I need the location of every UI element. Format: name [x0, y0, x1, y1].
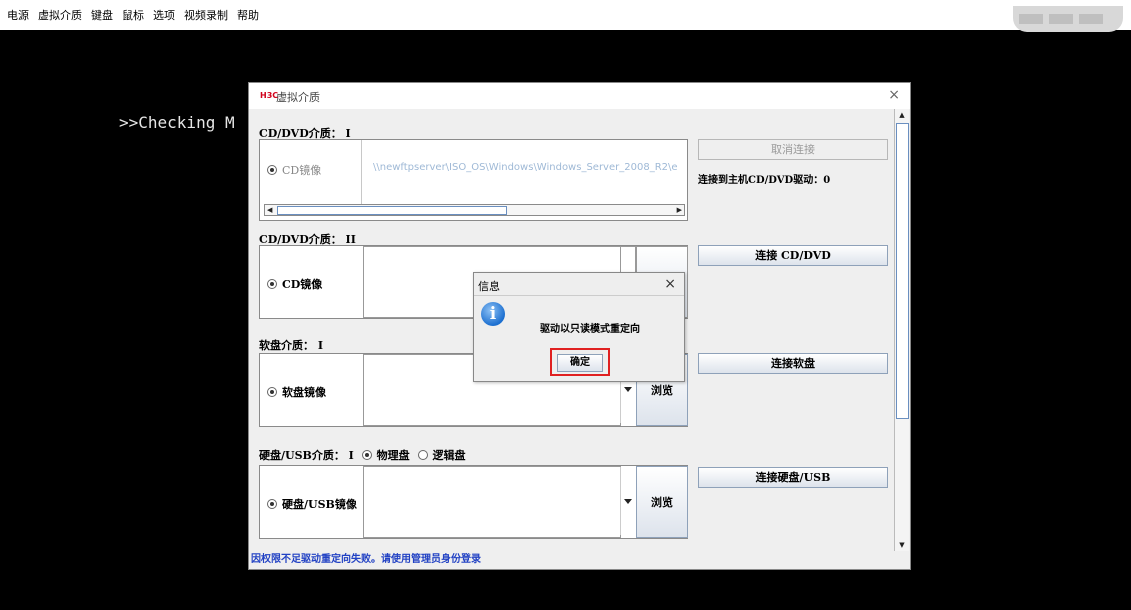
floppy-radio[interactable]: 软盘镜像 — [267, 384, 326, 400]
window-title-bar: H3C 虚拟介质 × — [249, 83, 910, 109]
usb-section-label: 硬盘/USB介质： I — [259, 449, 354, 462]
connect-floppy-button[interactable]: 连接软盘 — [698, 353, 888, 374]
usb-radio[interactable]: 硬盘/USB镜像 — [267, 496, 357, 512]
info-dialog: 信息 × i 驱动以只读模式重定向 确定 — [473, 272, 685, 382]
menu-item-power[interactable]: 电源 — [7, 7, 29, 23]
menu-item-mouse[interactable]: 鼠标 — [122, 7, 144, 23]
dialog-close-icon[interactable]: × — [664, 276, 676, 292]
usb-section-row: 硬盘/USB介质： I 物理盘 逻辑盘 — [259, 447, 466, 463]
menu-item-options[interactable]: 选项 — [153, 7, 175, 23]
menu-item-virtual-media[interactable]: 虚拟介质 — [38, 7, 82, 23]
cd1-path-field[interactable]: \\newftpserver\ISO_OS\Windows\Windows_Se… — [373, 162, 678, 173]
connected-drive-info: 连接到主机CD/DVD驱动：0 — [698, 175, 831, 186]
floppy-radio-label: 软盘镜像 — [282, 386, 326, 399]
usb-browse-button[interactable]: 浏览 — [636, 466, 688, 538]
usb-panel: 硬盘/USB镜像 浏览 — [259, 465, 688, 539]
cd1-panel: CD镜像 \\newftpserver\ISO_OS\Windows\Windo… — [259, 139, 688, 221]
menu-item-help[interactable]: 帮助 — [237, 7, 259, 23]
cd1-horizontal-scrollbar[interactable]: ◀ ▶ — [264, 204, 685, 216]
cd2-radio[interactable]: CD镜像 — [267, 276, 322, 292]
usb-dropdown-chevron-down-icon[interactable] — [620, 467, 635, 535]
console-output: >>Checking M — [119, 113, 235, 132]
vertical-scroll-thumb[interactable] — [896, 123, 909, 419]
window-title: 虚拟介质 — [276, 91, 320, 104]
usb-logical-radio[interactable]: 逻辑盘 — [417, 449, 466, 462]
menu-item-video-record[interactable]: 视频录制 — [184, 7, 228, 23]
ok-button[interactable]: 确定 — [557, 354, 603, 372]
scroll-down-arrow-icon[interactable]: ▼ — [895, 539, 909, 551]
window-vertical-scrollbar[interactable]: ▲ ▼ — [894, 109, 909, 551]
connect-cddvd-button[interactable]: 连接 CD/DVD — [698, 245, 888, 266]
cd1-radio[interactable]: CD镜像 — [267, 162, 321, 178]
ok-button-highlight: 确定 — [550, 348, 610, 376]
usb-physical-label: 物理盘 — [376, 449, 410, 462]
cd2-radio-label: CD镜像 — [282, 278, 323, 291]
usb-radio-label: 硬盘/USB镜像 — [282, 498, 357, 511]
dialog-message: 驱动以只读模式重定向 — [540, 324, 640, 335]
usb-path-field[interactable] — [363, 466, 621, 538]
usb-physical-radio[interactable]: 物理盘 — [361, 449, 410, 462]
info-icon: i — [481, 302, 505, 326]
cd1-radio-label: CD镜像 — [282, 164, 322, 177]
connect-usb-button[interactable]: 连接硬盘/USB — [698, 467, 888, 488]
scroll-up-arrow-icon[interactable]: ▲ — [895, 109, 909, 121]
disconnect-button[interactable]: 取消连接 — [698, 139, 888, 160]
cd1-scroll-thumb[interactable] — [277, 206, 507, 215]
floppy-section-label: 软盘介质： I — [259, 339, 323, 352]
status-message: 因权限不足驱动重定向失败。请使用管理员身份登录 — [251, 554, 481, 565]
window-controls-strip — [1013, 6, 1123, 32]
usb-logical-label: 逻辑盘 — [432, 449, 466, 462]
menu-item-keyboard[interactable]: 键盘 — [91, 7, 113, 23]
menu-bar: 电源 虚拟介质 键盘 鼠标 选项 视频录制 帮助 — [0, 0, 1131, 30]
close-icon[interactable]: × — [888, 87, 900, 103]
dialog-title: 信息 — [478, 280, 500, 293]
